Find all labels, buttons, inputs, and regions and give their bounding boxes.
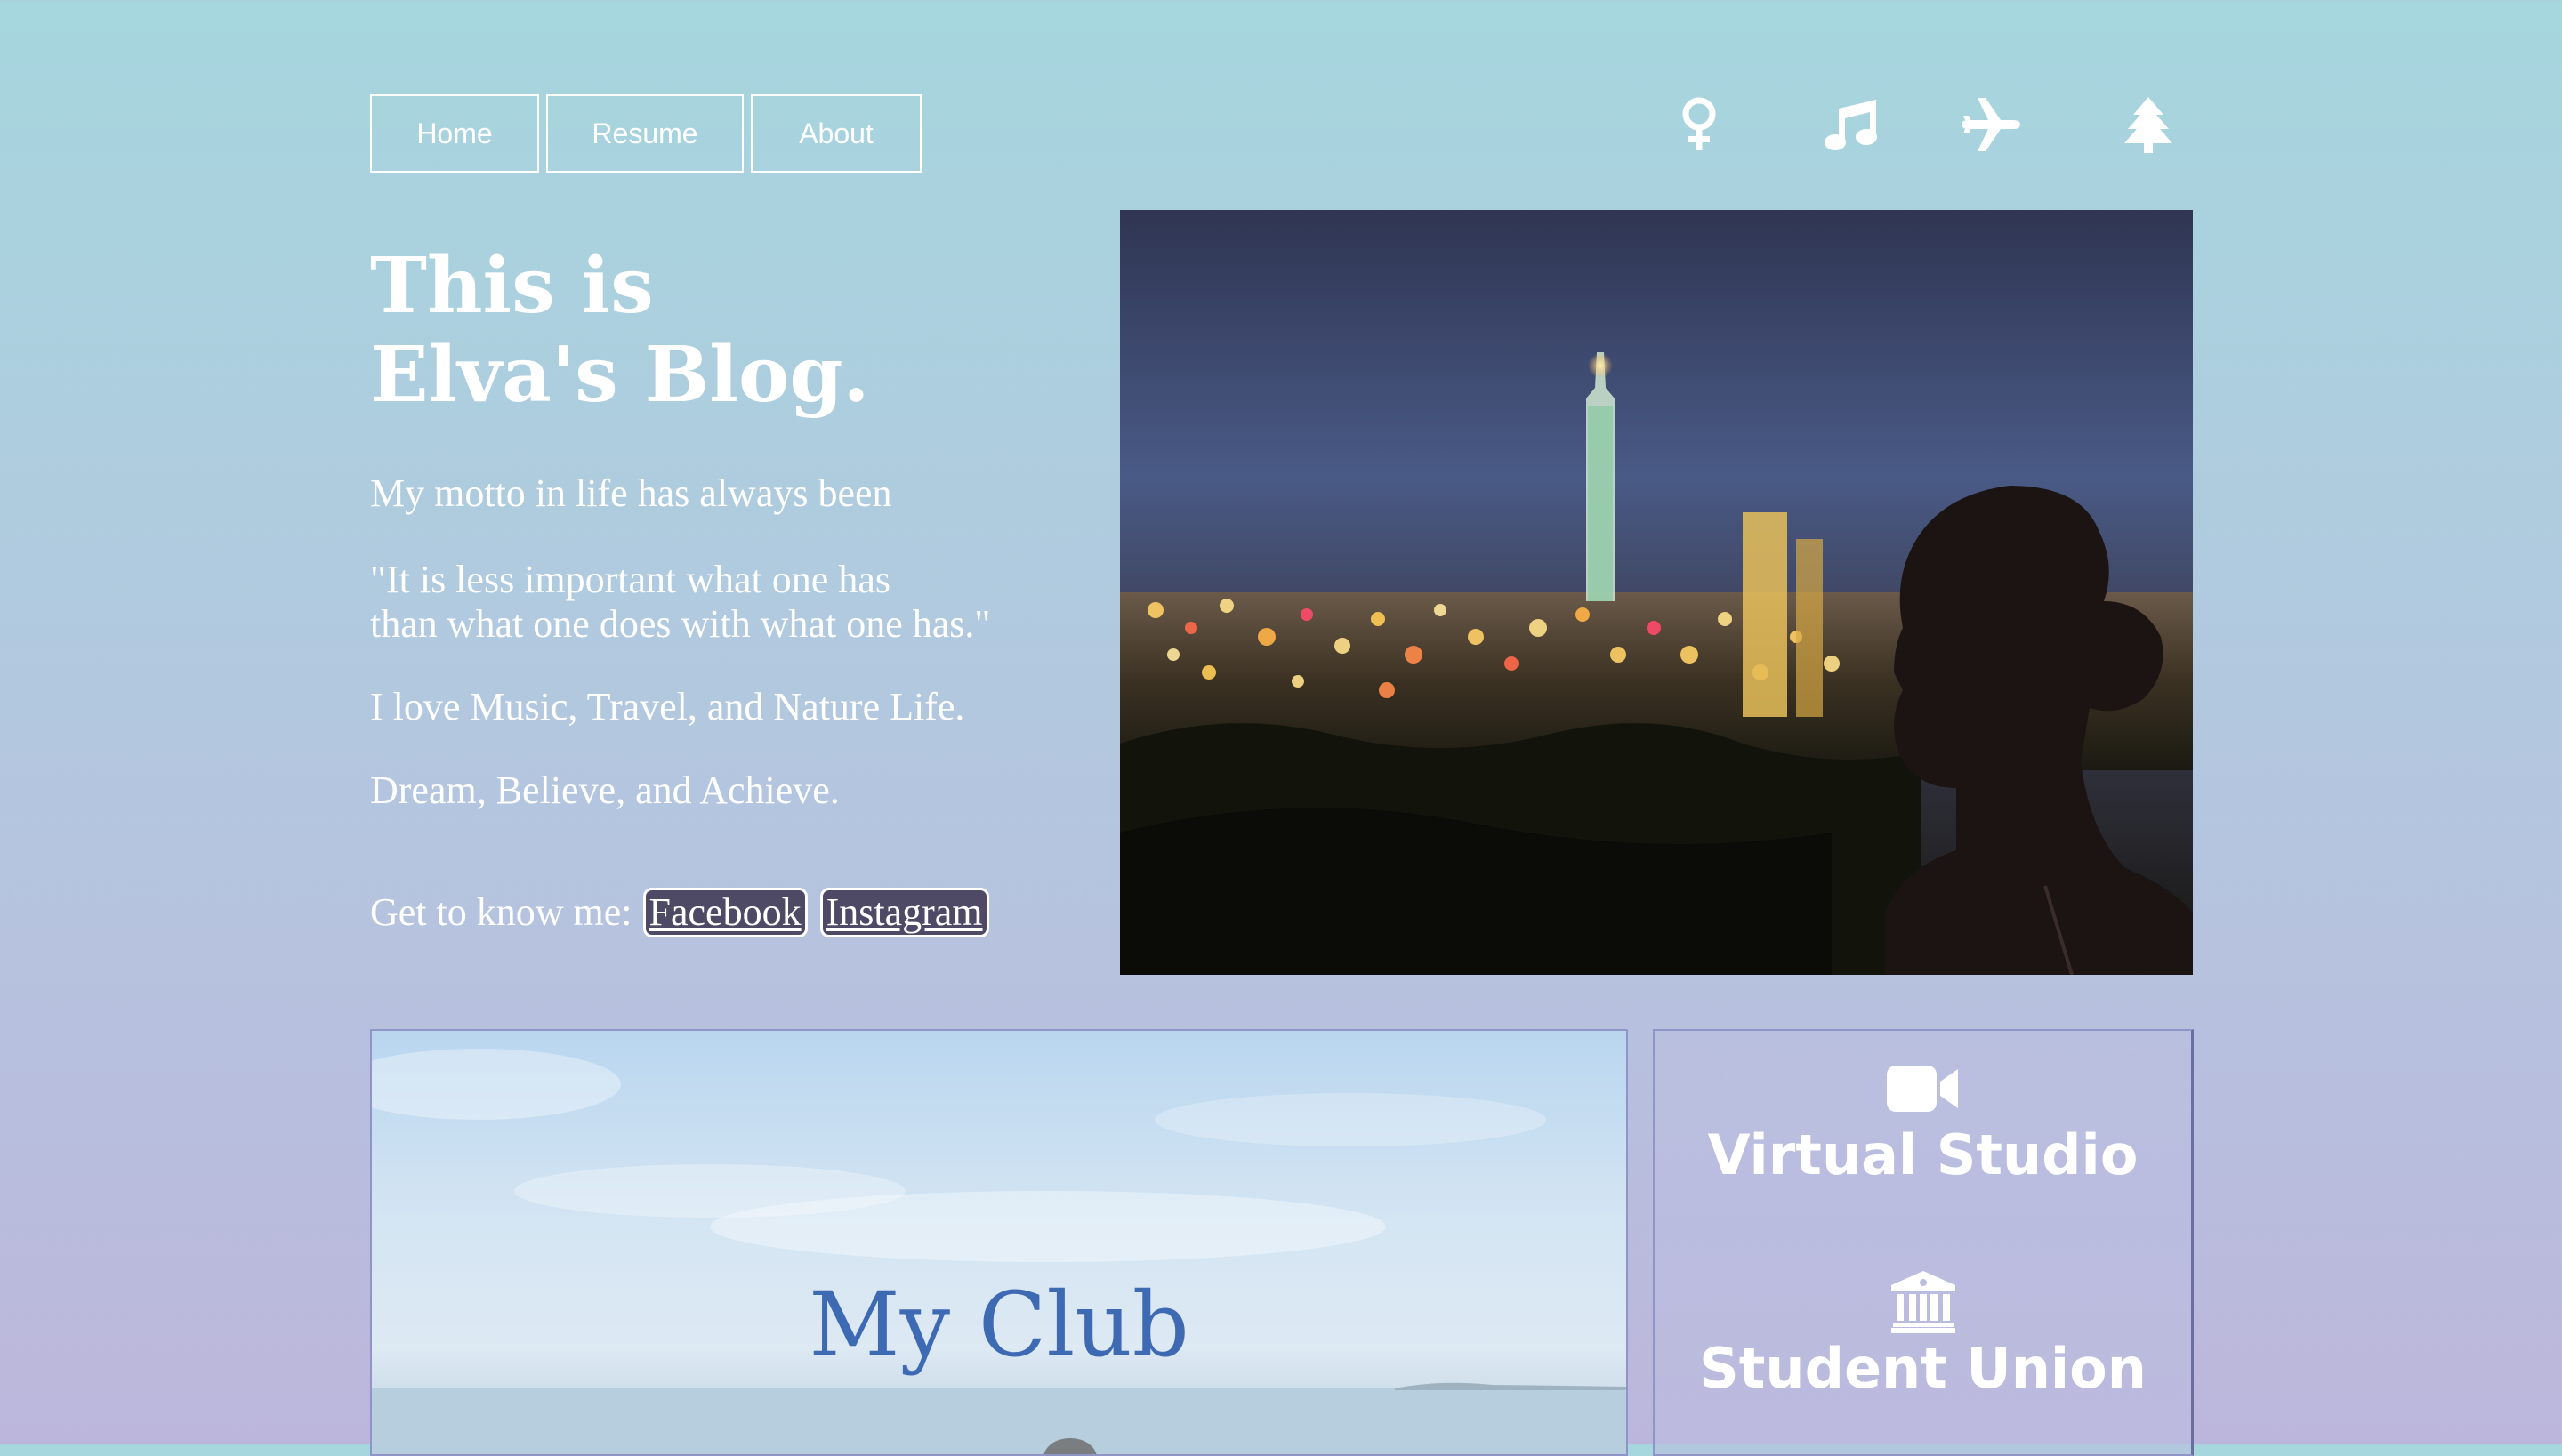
side-links-card: Virtual Studio Student Union [1653,1029,2194,1456]
hero-photo [1120,210,2193,975]
dream-text: Dream, Believe, and Achieve. [370,768,840,812]
building-columns-icon [1890,1271,1955,1333]
motto-quote-line-1: "It is less important what one has [370,558,890,601]
female-icon[interactable] [1664,89,1735,160]
page-title-line-1: This is [370,241,654,331]
music-icon[interactable] [1815,89,1886,160]
virtual-studio-link[interactable]: Virtual Studio [1655,1058,2191,1191]
sky-sea-illustration [372,1049,1626,1454]
virtual-studio-label: Virtual Studio [1707,1122,2139,1187]
video-camera-icon [1886,1066,1958,1112]
motto-intro: My motto in life has always been [370,471,892,515]
nav-resume-button[interactable]: Resume [546,94,744,173]
tree-icon[interactable] [2113,89,2184,160]
social-label: Get to know me: [370,890,632,934]
nav-home-button[interactable]: Home [370,94,539,173]
motto-quote: "It is less important what one has than … [370,558,990,647]
student-union-label: Student Union [1699,1336,2147,1401]
interests-text: I love Music, Travel, and Nature Life. [370,685,965,728]
instagram-link[interactable]: Instagram [819,888,989,937]
skyline-photo-illustration [1120,352,2193,975]
social-row: Get to know me: Facebook Instagram [370,888,989,937]
motto-quote-line-2: than what one does with what one has." [370,602,991,646]
page-title-line-2: Elva's Blog. [370,330,870,420]
my-club-title: My Club [809,1273,1189,1377]
main-nav: Home Resume About [370,94,922,173]
facebook-link[interactable]: Facebook [642,888,808,937]
airplane-icon[interactable] [1954,89,2026,160]
my-club-card[interactable]: My Club [370,1029,1628,1456]
interest-icons [1655,89,2188,160]
student-union-link[interactable]: Student Union [1655,1271,2191,1404]
nav-about-button[interactable]: About [751,94,922,173]
page-title: This is Elva's Blog. [370,242,869,420]
